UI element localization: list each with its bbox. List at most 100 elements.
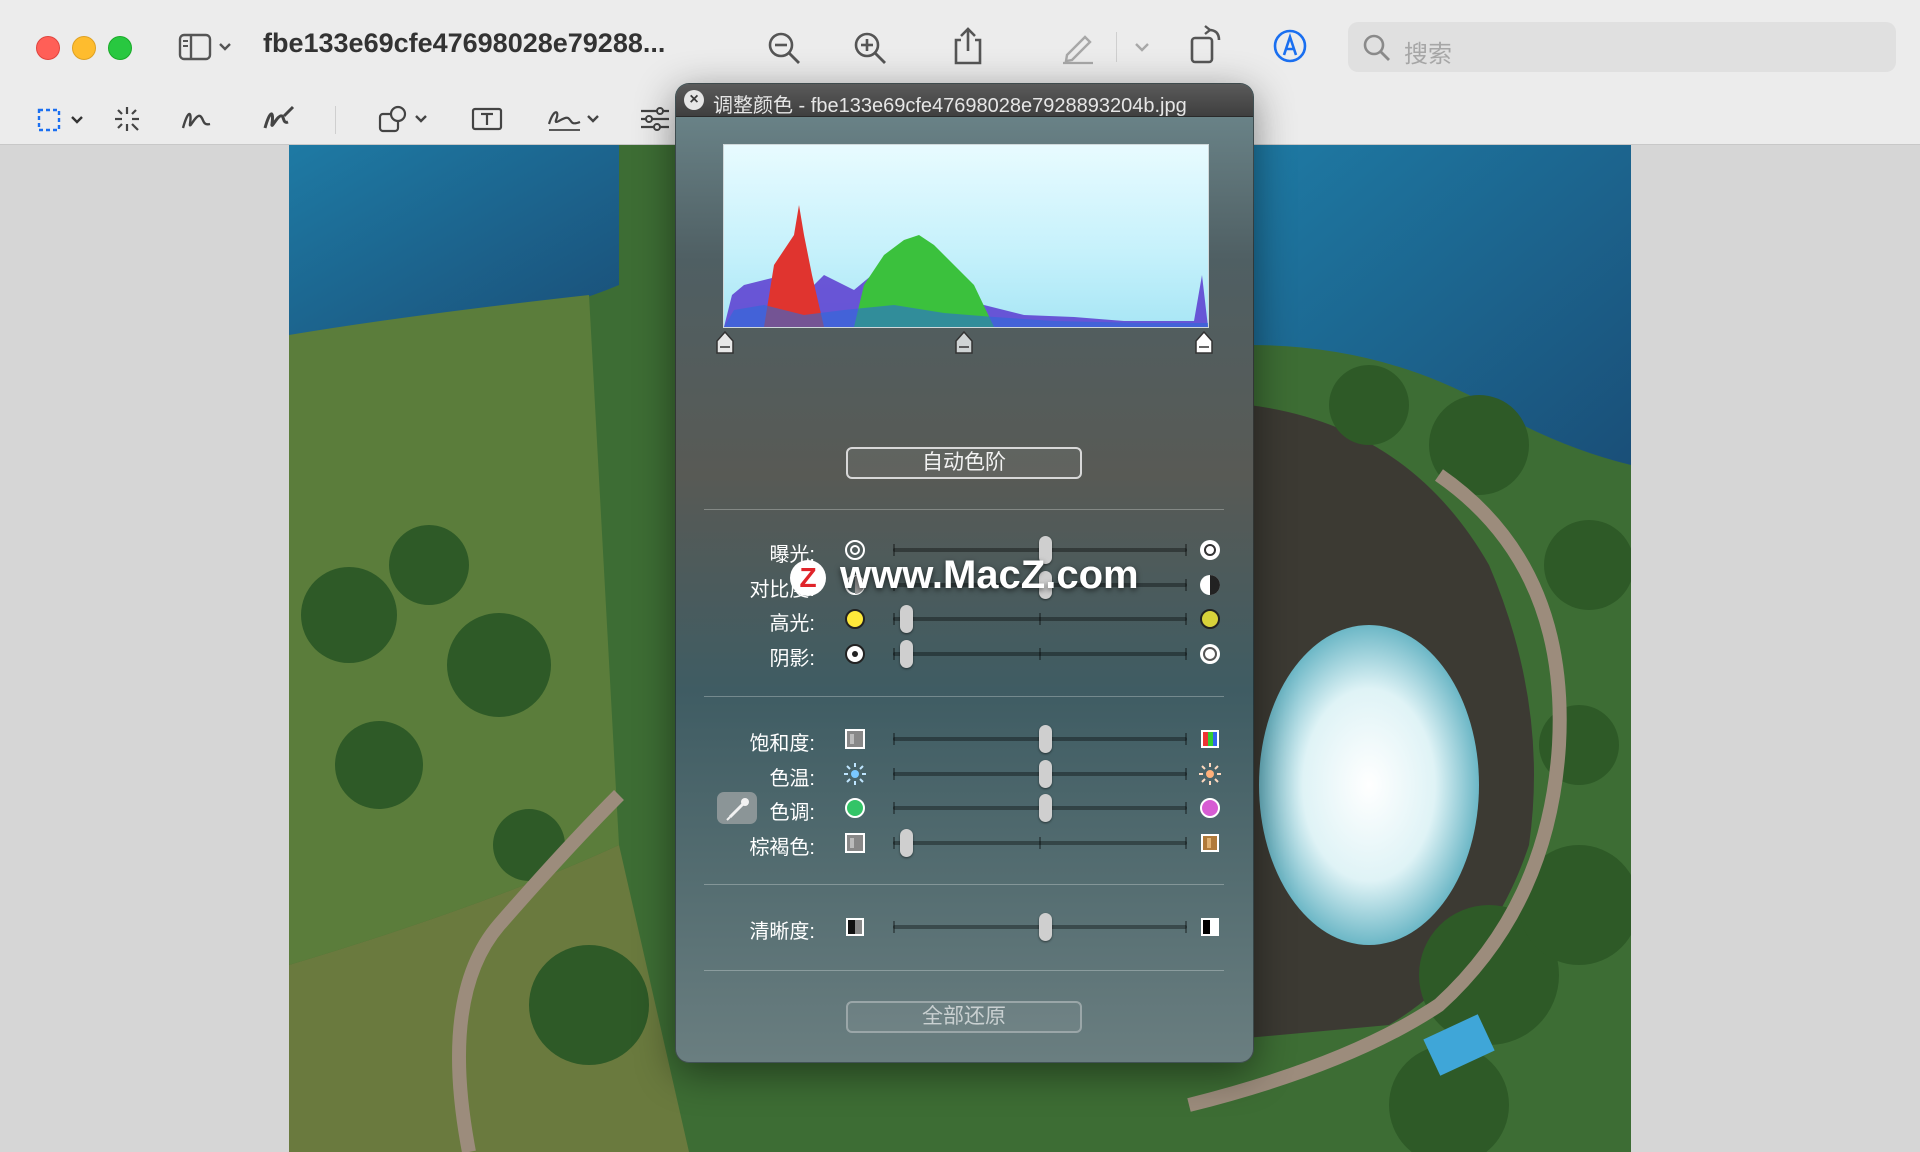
annotate-circle-icon — [1273, 29, 1307, 63]
panel-close-button[interactable]: × — [684, 90, 704, 110]
rotate-button[interactable] — [1186, 24, 1226, 66]
reset-all-button[interactable]: 全部还原 — [846, 1001, 1082, 1033]
toolbar-separator — [335, 106, 336, 134]
slider-tick — [893, 613, 895, 625]
slider-knob[interactable] — [1039, 725, 1052, 753]
slider-tick — [1039, 613, 1041, 625]
sign-button[interactable] — [546, 104, 604, 134]
shapes-button[interactable] — [376, 104, 432, 134]
slider-knob[interactable] — [900, 828, 913, 857]
slider-knob[interactable] — [1039, 794, 1052, 822]
slider-tick — [1185, 578, 1187, 591]
shadow-high-icon — [1200, 643, 1220, 664]
instant-alpha-icon — [115, 107, 139, 131]
tint-magenta-icon — [1200, 798, 1220, 818]
slider-tick — [893, 647, 895, 660]
sketch-button[interactable] — [180, 104, 214, 134]
exposure-high-icon — [1200, 540, 1220, 560]
tint-green-icon — [845, 798, 865, 818]
markup-button[interactable] — [1058, 26, 1098, 66]
sharpness-high-icon — [1201, 918, 1219, 936]
auto-levels-button[interactable]: 自动色阶 — [846, 447, 1082, 479]
slider-label: 清晰度: — [749, 921, 815, 943]
slider-tick — [893, 733, 895, 745]
zoom-out-button[interactable] — [764, 28, 804, 68]
panel-divider — [704, 970, 1224, 971]
slider-knob[interactable] — [1039, 759, 1052, 788]
saturation-low-icon — [845, 729, 865, 749]
saturation-high-icon — [1201, 730, 1219, 748]
search-icon — [1363, 34, 1390, 61]
text-box-button[interactable] — [470, 104, 504, 134]
slider-tick — [1185, 733, 1187, 745]
close-window-button[interactable] — [36, 36, 60, 60]
slider-knob[interactable] — [900, 605, 913, 633]
sidebar-toggle-button[interactable] — [176, 30, 236, 64]
panel-divider — [704, 696, 1224, 697]
adjust-color-button[interactable] — [638, 104, 672, 134]
share-button[interactable] — [948, 24, 988, 68]
slider-tick — [1185, 921, 1187, 933]
minimize-window-button[interactable] — [72, 36, 96, 60]
slider-label: 曝光: — [769, 544, 815, 566]
panel-header: × 调整颜色 - fbe133e69cfe47698028e7928893204… — [676, 84, 1253, 117]
slider-tick — [1185, 613, 1187, 625]
slider-tick — [1039, 647, 1041, 660]
highlight-low-icon — [845, 609, 865, 629]
slider-tick — [1185, 767, 1187, 780]
slider-tick — [1185, 544, 1187, 556]
annotate-button[interactable] — [1270, 26, 1310, 66]
temperature-cool-icon — [844, 762, 866, 785]
slider-tick — [893, 836, 895, 849]
sepia-high-icon — [1201, 833, 1219, 852]
zoom-window-button[interactable] — [108, 36, 132, 60]
histogram-graph — [724, 205, 1208, 327]
sidebar-icon — [178, 33, 231, 61]
sign-icon — [547, 111, 599, 131]
slider-label: 高光: — [769, 613, 815, 635]
slider-tick — [893, 802, 895, 814]
slider-label: 阴影: — [769, 647, 815, 670]
slider-tick — [1185, 836, 1187, 849]
search-field[interactable]: 搜索 — [1348, 22, 1896, 72]
adjust-color-icon — [641, 107, 669, 131]
shapes-icon — [378, 105, 427, 133]
zoom-in-button[interactable] — [850, 28, 890, 68]
slider-knob[interactable] — [900, 639, 913, 668]
slider-tick — [1185, 647, 1187, 660]
slider-tick — [893, 767, 895, 780]
panel-divider — [704, 509, 1224, 510]
histogram-midtone-handle[interactable] — [954, 330, 974, 360]
histogram-black-point-handle[interactable] — [715, 330, 735, 360]
slider-tick — [1185, 802, 1187, 814]
contrast-high-icon — [1200, 574, 1220, 595]
selection-tool-button[interactable] — [36, 106, 88, 134]
shadow-low-icon — [845, 643, 865, 664]
slider-knob[interactable] — [1039, 913, 1052, 941]
temperature-warm-icon — [1199, 762, 1221, 785]
panel-divider — [704, 884, 1224, 885]
slider-label: 色调: — [769, 802, 815, 824]
draw-button[interactable] — [262, 104, 296, 134]
zoom-out-icon — [768, 32, 800, 64]
draw-icon — [263, 105, 295, 129]
slider-label: 棕褐色: — [749, 836, 815, 859]
share-icon — [954, 27, 982, 65]
sketch-icon — [181, 112, 211, 129]
document-title: fbe133e69cfe47698028e79288... — [263, 28, 666, 58]
chevron-down-icon — [1135, 43, 1149, 52]
markup-menu-button[interactable] — [1130, 36, 1154, 60]
slider-label: 色温: — [769, 767, 815, 790]
rect-select-icon — [37, 108, 83, 132]
histogram-white-point-handle[interactable] — [1194, 330, 1214, 360]
search-placeholder: 搜索 — [1404, 41, 1452, 68]
slider-tick — [893, 921, 895, 933]
histogram — [723, 144, 1209, 328]
close-icon: × — [689, 91, 699, 108]
watermark-text: www.MacZ.com — [840, 553, 1139, 597]
instant-alpha-button[interactable] — [112, 104, 142, 134]
slider-tick — [1039, 836, 1041, 849]
sepia-low-icon — [845, 832, 865, 853]
rotate-icon — [1190, 25, 1221, 64]
zoom-in-icon — [854, 32, 886, 64]
